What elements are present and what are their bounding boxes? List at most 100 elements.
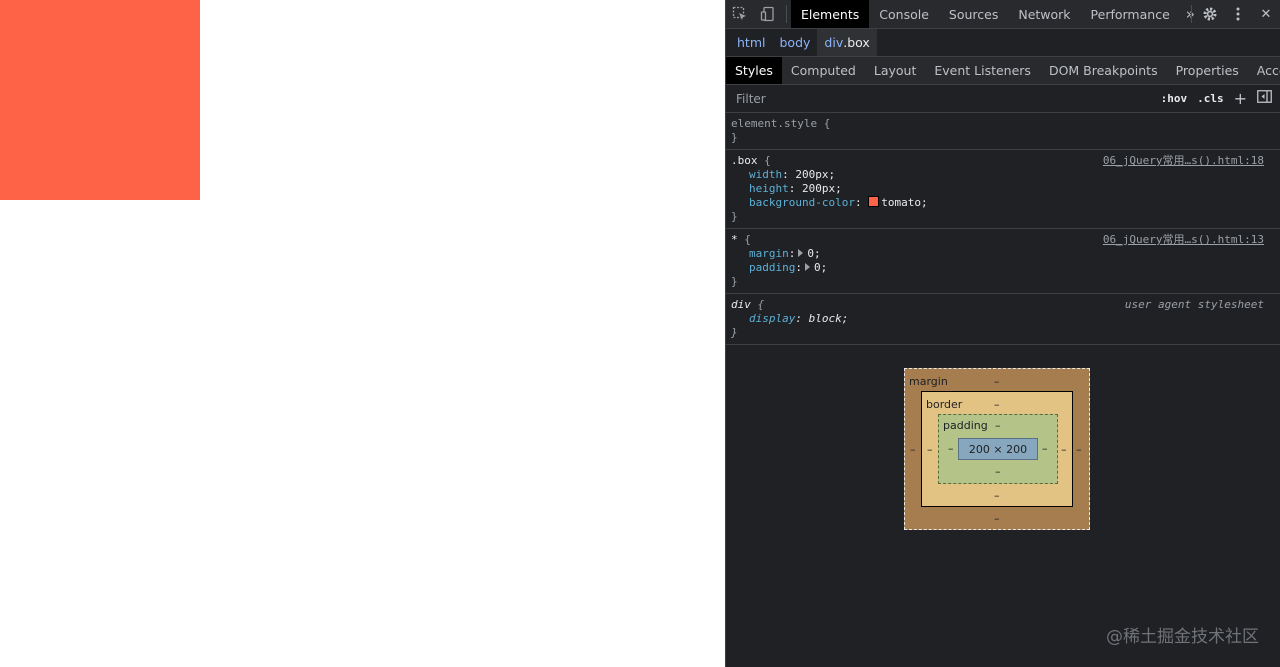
property-name: margin bbox=[749, 247, 789, 260]
tab-dom-breakpoints[interactable]: DOM Breakpoints bbox=[1040, 57, 1167, 84]
gear-icon[interactable] bbox=[1196, 0, 1224, 28]
border-top-value[interactable]: – bbox=[994, 398, 1000, 411]
toolbar-right: ✕ bbox=[1187, 0, 1280, 28]
property-name: display bbox=[749, 312, 796, 325]
declaration-padding[interactable]: padding: 0; bbox=[731, 261, 1264, 275]
border-right-value[interactable]: – bbox=[1061, 443, 1067, 456]
rule-selector: div bbox=[731, 298, 751, 311]
rule-source-link[interactable]: 06_jQuery常用…s().html:13 bbox=[1103, 233, 1264, 247]
hover-state-button[interactable]: :hov bbox=[1161, 92, 1188, 105]
tab-computed[interactable]: Computed bbox=[782, 57, 865, 84]
rule-selector: .box bbox=[731, 154, 758, 167]
colon: : bbox=[854, 196, 862, 209]
tab-properties[interactable]: Properties bbox=[1167, 57, 1248, 84]
box-model-margin[interactable]: margin – – – – border – – – – padding – … bbox=[904, 368, 1090, 530]
breadcrumb: html body div .box bbox=[726, 29, 1280, 57]
margin-left-value[interactable]: – bbox=[910, 443, 916, 456]
tomato-box[interactable] bbox=[0, 0, 200, 200]
declaration-width[interactable]: width: 200px; bbox=[731, 168, 1264, 182]
property-value: 0; bbox=[807, 247, 821, 260]
padding-right-value[interactable]: – bbox=[1042, 442, 1048, 455]
rule-open-brace: { bbox=[823, 117, 831, 130]
property-value: block; bbox=[808, 312, 849, 325]
rule-open-brace: { bbox=[757, 298, 765, 311]
devtools-toolbar: Elements Console Sources Network Perform… bbox=[726, 0, 1280, 29]
box-model-border[interactable]: border – – – – padding – – – – 200 × 200 bbox=[921, 391, 1073, 507]
tab-layout[interactable]: Layout bbox=[865, 57, 926, 84]
breadcrumb-class: .box bbox=[843, 35, 870, 50]
rule-universal[interactable]: * { 06_jQuery常用…s().html:13 margin: 0; pa… bbox=[726, 229, 1280, 294]
tab-network[interactable]: Network bbox=[1008, 0, 1080, 28]
tab-elements[interactable]: Elements bbox=[791, 0, 870, 28]
declaration-background-color[interactable]: background-color: tomato; bbox=[731, 196, 1264, 210]
box-model-padding[interactable]: padding – – – – 200 × 200 bbox=[938, 414, 1058, 484]
style-rules: element.style { } .box { 06_jQuery常用…s()… bbox=[726, 113, 1280, 345]
styles-filter-bar: :hov .cls + bbox=[726, 85, 1280, 113]
rule-close-brace: } bbox=[731, 131, 738, 144]
kebab-icon[interactable] bbox=[1224, 0, 1252, 28]
property-value: 0; bbox=[813, 261, 828, 274]
breadcrumb-div-box[interactable]: div .box bbox=[817, 29, 877, 56]
property-value: tomato; bbox=[881, 196, 928, 209]
rule-close-brace: } bbox=[731, 210, 738, 223]
breadcrumb-html[interactable]: html bbox=[730, 29, 772, 56]
toolbar-separator bbox=[786, 5, 787, 23]
tab-performance[interactable]: Performance bbox=[1081, 0, 1180, 28]
padding-top-value[interactable]: – bbox=[995, 419, 1001, 432]
toolbar-separator bbox=[1191, 5, 1192, 23]
tab-accessibility[interactable]: Accessibility bbox=[1248, 57, 1280, 84]
margin-top-value[interactable]: – bbox=[994, 375, 1000, 388]
margin-right-value[interactable]: – bbox=[1076, 443, 1082, 456]
toggle-sidebar-icon[interactable] bbox=[1257, 90, 1272, 107]
rule-close-brace: } bbox=[731, 275, 738, 288]
devtools-panel: Elements Console Sources Network Perform… bbox=[725, 0, 1280, 667]
property-value: 200px; bbox=[795, 168, 836, 181]
inspect-element-icon[interactable] bbox=[726, 0, 754, 28]
styles-filter-input[interactable] bbox=[734, 90, 1151, 107]
declaration-height[interactable]: height: 200px; bbox=[731, 182, 1264, 196]
breadcrumb-body[interactable]: body bbox=[772, 29, 817, 56]
padding-label: padding bbox=[943, 419, 988, 432]
device-toolbar-icon[interactable] bbox=[754, 0, 782, 28]
colon: : bbox=[788, 182, 796, 195]
tab-styles[interactable]: Styles bbox=[726, 57, 782, 84]
breadcrumb-tag: div bbox=[824, 35, 844, 50]
new-style-rule-icon[interactable]: + bbox=[1234, 89, 1247, 108]
expand-triangle-icon[interactable] bbox=[804, 263, 810, 271]
colon: : bbox=[795, 312, 802, 325]
tab-sources[interactable]: Sources bbox=[939, 0, 1008, 28]
colon: : bbox=[782, 168, 789, 181]
expand-triangle-icon[interactable] bbox=[798, 249, 804, 257]
border-label: border bbox=[926, 398, 963, 411]
tab-event-listeners[interactable]: Event Listeners bbox=[925, 57, 1040, 84]
padding-bottom-value[interactable]: – bbox=[995, 465, 1001, 478]
declaration-margin[interactable]: margin: 0; bbox=[731, 247, 1264, 261]
rule-element-style[interactable]: element.style { } bbox=[726, 113, 1280, 150]
color-swatch[interactable] bbox=[868, 196, 880, 207]
rule-source-link[interactable]: 06_jQuery常用…s().html:18 bbox=[1103, 154, 1264, 168]
rule-close-brace: } bbox=[731, 326, 738, 339]
box-model-content[interactable]: 200 × 200 bbox=[958, 438, 1038, 460]
padding-left-value[interactable]: – bbox=[948, 442, 954, 455]
margin-bottom-value[interactable]: – bbox=[994, 512, 1000, 525]
rule-open-brace: { bbox=[764, 154, 771, 167]
page-viewport bbox=[0, 0, 725, 667]
rule-selector: * bbox=[731, 233, 738, 246]
watermark: @稀土掘金技术社区 bbox=[1106, 627, 1259, 647]
class-toggle-button[interactable]: .cls bbox=[1197, 92, 1224, 105]
border-left-value[interactable]: – bbox=[927, 443, 933, 456]
border-bottom-value[interactable]: – bbox=[994, 489, 1000, 502]
rule-box[interactable]: .box { 06_jQuery常用…s().html:18 width: 20… bbox=[726, 150, 1280, 229]
close-icon[interactable]: ✕ bbox=[1252, 0, 1280, 28]
property-value: 200px; bbox=[802, 182, 842, 195]
tab-console[interactable]: Console bbox=[869, 0, 939, 28]
margin-label: margin bbox=[909, 375, 948, 388]
property-name: width bbox=[749, 168, 783, 181]
colon: : bbox=[795, 261, 802, 274]
property-name: height bbox=[749, 182, 789, 195]
property-name: padding bbox=[749, 261, 796, 274]
rule-source-label: user agent stylesheet bbox=[1124, 298, 1264, 311]
property-name: background-color bbox=[749, 196, 855, 209]
colon: : bbox=[788, 247, 796, 260]
declaration-display: display: block; bbox=[731, 312, 1264, 326]
